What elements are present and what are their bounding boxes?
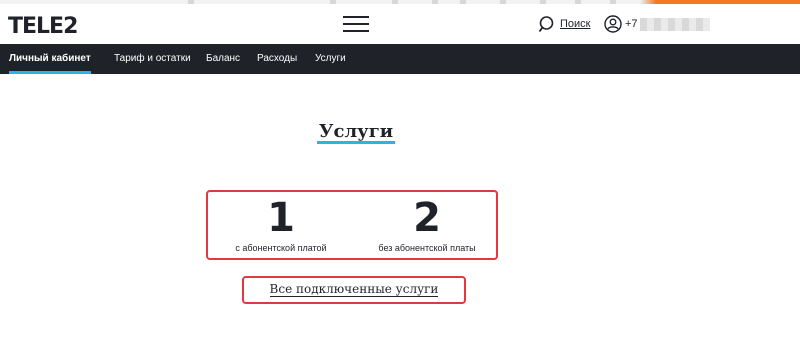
- free-services-caption: без абонентской платы: [378, 243, 476, 253]
- tele2-logo[interactable]: TELE2: [8, 14, 78, 39]
- free-services-counter[interactable]: 2 без абонентской платы: [354, 196, 500, 253]
- site-header: TELE2 Поиск +7 9: [0, 4, 800, 44]
- all-services-link[interactable]: Все подключенные услуги: [269, 282, 439, 297]
- nav-item-services[interactable]: Услуги: [315, 44, 346, 74]
- page-title: Услуги: [0, 121, 712, 144]
- phone-number-masked: [640, 18, 710, 31]
- paid-services-caption: с абонентской платой: [235, 243, 327, 253]
- menu-icon[interactable]: [343, 14, 369, 34]
- user-icon: [604, 15, 622, 33]
- nav-item-balance[interactable]: Баланс: [206, 44, 240, 74]
- search-icon: [538, 16, 554, 33]
- main-nav: Личный кабинет Тариф и остатки Баланс Ра…: [0, 44, 800, 74]
- paid-services-counter[interactable]: 1 с абонентской платой: [208, 196, 354, 253]
- search-label: Поиск: [560, 18, 591, 30]
- free-services-count: 2: [413, 195, 441, 241]
- services-counters: 1 с абонентской платой 2 без абонентской…: [206, 190, 498, 260]
- page-title-text: Услуги: [316, 121, 396, 144]
- nav-item-personal-account[interactable]: Личный кабинет: [9, 44, 91, 74]
- paid-services-count: 1: [267, 195, 295, 241]
- all-services-box: Все подключенные услуги: [242, 276, 466, 304]
- nav-item-expenses[interactable]: Расходы: [257, 44, 297, 74]
- nav-item-tariff[interactable]: Тариф и остатки: [114, 44, 191, 74]
